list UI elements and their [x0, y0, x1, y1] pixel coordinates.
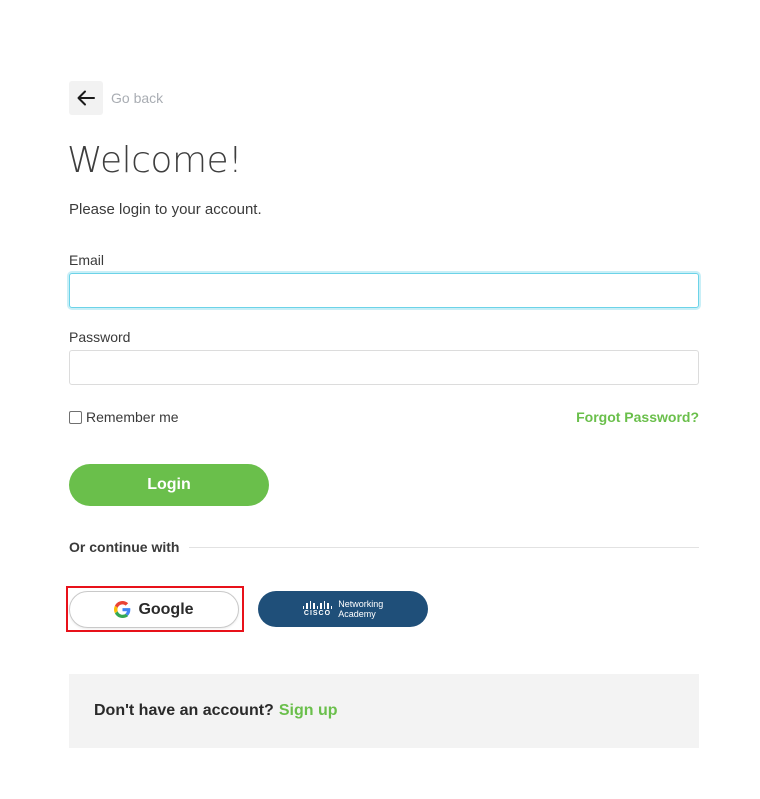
netacad-label-line2: Academy — [338, 609, 376, 619]
cisco-logo-icon: CISCO — [302, 601, 333, 617]
email-label: Email — [69, 252, 105, 268]
google-icon — [114, 601, 131, 618]
email-input[interactable] — [69, 273, 699, 308]
page-title: Welcome! — [67, 140, 243, 181]
google-button-label: Google — [138, 600, 194, 618]
go-back-row: Go back — [69, 81, 163, 115]
forgot-password-link[interactable]: Forgot Password? — [576, 409, 699, 425]
google-login-button[interactable]: Google — [69, 591, 239, 628]
remember-me-checkbox[interactable] — [69, 410, 82, 424]
signup-question: Don't have an account? — [94, 702, 274, 719]
remember-me-label: Remember me — [86, 409, 179, 425]
cisco-wordmark: CISCO — [303, 610, 332, 617]
divider-line — [189, 546, 699, 548]
netacad-label: Networking Academy — [338, 599, 383, 619]
password-input[interactable] — [69, 350, 699, 385]
go-back-link[interactable]: Go back — [111, 90, 163, 106]
netacad-label-line1: Networking — [338, 599, 384, 609]
cisco-netacad-login-button[interactable]: CISCO Networking Academy — [258, 591, 428, 627]
password-label: Password — [69, 329, 131, 345]
signup-prompt: Don't have an account? Sign up — [69, 674, 699, 748]
login-button[interactable]: Login — [69, 464, 269, 506]
signup-link[interactable]: Sign up — [279, 702, 338, 720]
page-subtitle: Please login to your account. — [69, 201, 262, 218]
remember-me[interactable]: Remember me — [69, 409, 179, 425]
back-button[interactable] — [69, 81, 103, 115]
cisco-bars-icon — [302, 601, 333, 609]
continue-with-divider: Or continue with — [69, 539, 699, 555]
continue-with-label: Or continue with — [69, 539, 180, 555]
arrow-left-icon — [77, 90, 95, 106]
